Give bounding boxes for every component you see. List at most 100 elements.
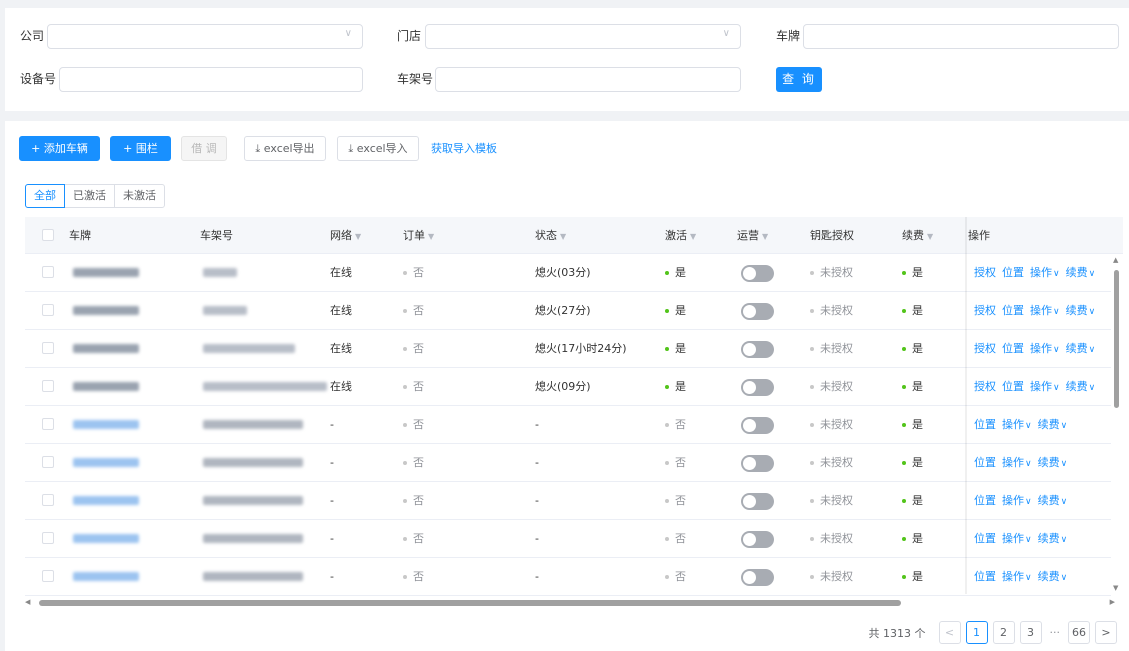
tab-not-activated[interactable]: 未激活 xyxy=(114,184,165,208)
col-activated[interactable]: 激活 ▼ xyxy=(665,217,696,255)
transfer-button[interactable]: 借 调 xyxy=(181,136,227,161)
row-action-link[interactable]: 授权 xyxy=(974,304,996,317)
table-row[interactable]: - 否 - 否 未授权 是 位置操作续费 xyxy=(25,482,1111,520)
funnel-icon[interactable]: ▼ xyxy=(428,232,434,241)
row-action-link[interactable]: 操作 xyxy=(1030,342,1060,355)
plate-input[interactable] xyxy=(803,24,1119,49)
table-row[interactable]: - 否 - 否 未授权 是 位置操作续费 xyxy=(25,520,1111,558)
horizontal-scroll-thumb[interactable] xyxy=(39,600,901,606)
company-select[interactable]: ∨ xyxy=(47,24,363,49)
row-action-link[interactable]: 操作 xyxy=(1002,418,1032,431)
row-action-link[interactable]: 续费 xyxy=(1066,342,1096,355)
row-action-link[interactable]: 操作 xyxy=(1030,304,1060,317)
table-row[interactable]: - 否 - 否 未授权 是 位置操作续费 xyxy=(25,444,1111,482)
operation-toggle[interactable] xyxy=(741,417,774,434)
get-template-link[interactable]: 获取导入模板 xyxy=(431,136,497,161)
table-row[interactable]: 在线 否 熄火(17小时24分) 是 未授权 是 授权位置操作续费 xyxy=(25,330,1111,368)
row-action-link[interactable]: 位置 xyxy=(1002,380,1024,393)
row-checkbox[interactable] xyxy=(42,418,54,430)
row-checkbox[interactable] xyxy=(42,304,54,316)
row-checkbox[interactable] xyxy=(42,342,54,354)
horizontal-scrollbar[interactable]: ◀ ▶ xyxy=(25,596,1115,610)
row-action-link[interactable]: 续费 xyxy=(1066,304,1096,317)
row-action-link[interactable]: 操作 xyxy=(1002,494,1032,507)
row-action-link[interactable]: 位置 xyxy=(974,532,996,545)
col-network[interactable]: 网络 ▼ xyxy=(330,217,361,255)
page-2-button[interactable]: 2 xyxy=(992,621,1015,644)
row-action-link[interactable]: 续费 xyxy=(1038,494,1068,507)
row-action-link[interactable]: 位置 xyxy=(974,570,996,583)
funnel-icon[interactable]: ▼ xyxy=(355,232,361,241)
row-action-link[interactable]: 操作 xyxy=(1002,570,1032,583)
operation-toggle[interactable] xyxy=(741,379,774,396)
vertical-scrollbar[interactable]: ▲ ▼ xyxy=(1111,254,1123,594)
excel-import-button[interactable]: ⤓ excel导入 xyxy=(337,136,419,161)
row-action-link[interactable]: 位置 xyxy=(1002,304,1024,317)
row-action-link[interactable]: 位置 xyxy=(974,494,996,507)
table-row[interactable]: 在线 否 熄火(09分) 是 未授权 是 授权位置操作续费 xyxy=(25,368,1111,406)
row-action-link[interactable]: 授权 xyxy=(974,380,996,393)
row-action-link[interactable]: 续费 xyxy=(1066,380,1096,393)
operation-toggle[interactable] xyxy=(741,265,774,282)
table-row[interactable]: 在线 否 熄火(03分) 是 未授权 是 授权位置操作续费 xyxy=(25,254,1111,292)
row-action-link[interactable]: 授权 xyxy=(974,266,996,279)
funnel-icon[interactable]: ▼ xyxy=(690,232,696,241)
row-action-link[interactable]: 位置 xyxy=(1002,342,1024,355)
row-checkbox[interactable] xyxy=(42,570,54,582)
row-action-link[interactable]: 续费 xyxy=(1038,418,1068,431)
page-3-button[interactable]: 3 xyxy=(1019,621,1042,644)
operation-toggle[interactable] xyxy=(741,341,774,358)
tab-activated[interactable]: 已激活 xyxy=(64,184,115,208)
scroll-up-icon[interactable]: ▲ xyxy=(1113,256,1118,264)
scroll-right-icon[interactable]: ▶ xyxy=(1110,598,1115,606)
row-action-link[interactable]: 续费 xyxy=(1038,456,1068,469)
last-page-button[interactable]: 66 xyxy=(1068,621,1090,644)
row-action-link[interactable]: 续费 xyxy=(1038,532,1068,545)
row-checkbox[interactable] xyxy=(42,532,54,544)
next-page-button[interactable]: > xyxy=(1095,621,1117,644)
add-vehicle-button[interactable]: + 添加车辆 xyxy=(19,136,100,161)
row-action-link[interactable]: 续费 xyxy=(1066,266,1096,279)
row-action-link[interactable]: 续费 xyxy=(1038,570,1068,583)
table-row[interactable]: - 否 - 否 未授权 是 位置操作续费 xyxy=(25,558,1111,596)
table-row[interactable]: - 否 - 否 未授权 是 位置操作续费 xyxy=(25,406,1111,444)
funnel-icon[interactable]: ▼ xyxy=(927,232,933,241)
row-checkbox[interactable] xyxy=(42,494,54,506)
store-select[interactable]: ∨ xyxy=(425,24,741,49)
vertical-scroll-thumb[interactable] xyxy=(1114,270,1119,408)
operation-toggle[interactable] xyxy=(741,455,774,472)
select-all-checkbox[interactable] xyxy=(42,229,54,241)
funnel-icon[interactable]: ▼ xyxy=(560,232,566,241)
row-action-link[interactable]: 位置 xyxy=(974,456,996,469)
row-action-link[interactable]: 授权 xyxy=(974,342,996,355)
page-1-button[interactable]: 1 xyxy=(965,621,988,644)
fence-button[interactable]: + 围栏 xyxy=(110,136,171,161)
query-button[interactable]: 查 询 xyxy=(776,67,822,92)
col-operation[interactable]: 运营 ▼ xyxy=(737,217,768,255)
row-action-link[interactable]: 操作 xyxy=(1002,532,1032,545)
operation-toggle[interactable] xyxy=(741,569,774,586)
col-order[interactable]: 订单 ▼ xyxy=(403,217,434,255)
row-checkbox[interactable] xyxy=(42,266,54,278)
row-checkbox[interactable] xyxy=(42,380,54,392)
row-checkbox[interactable] xyxy=(42,456,54,468)
row-action-link[interactable]: 位置 xyxy=(974,418,996,431)
device-input[interactable] xyxy=(59,67,363,92)
table-row[interactable]: 在线 否 熄火(27分) 是 未授权 是 授权位置操作续费 xyxy=(25,292,1111,330)
operation-toggle[interactable] xyxy=(741,493,774,510)
row-action-link[interactable]: 位置 xyxy=(1002,266,1024,279)
tab-all[interactable]: 全部 xyxy=(25,184,65,208)
vin-input[interactable] xyxy=(435,67,741,92)
operation-toggle[interactable] xyxy=(741,303,774,320)
row-action-link[interactable]: 操作 xyxy=(1030,380,1060,393)
scroll-down-icon[interactable]: ▼ xyxy=(1113,584,1118,592)
col-status[interactable]: 状态 ▼ xyxy=(535,217,566,255)
row-action-link[interactable]: 操作 xyxy=(1002,456,1032,469)
row-action-link[interactable]: 操作 xyxy=(1030,266,1060,279)
col-renewal[interactable]: 续费 ▼ xyxy=(902,217,933,255)
funnel-icon[interactable]: ▼ xyxy=(762,232,768,241)
excel-export-button[interactable]: ⤓ excel导出 xyxy=(244,136,326,161)
page-ellipsis[interactable]: ··· xyxy=(1050,626,1061,639)
operation-toggle[interactable] xyxy=(741,531,774,548)
scroll-left-icon[interactable]: ◀ xyxy=(25,598,30,606)
